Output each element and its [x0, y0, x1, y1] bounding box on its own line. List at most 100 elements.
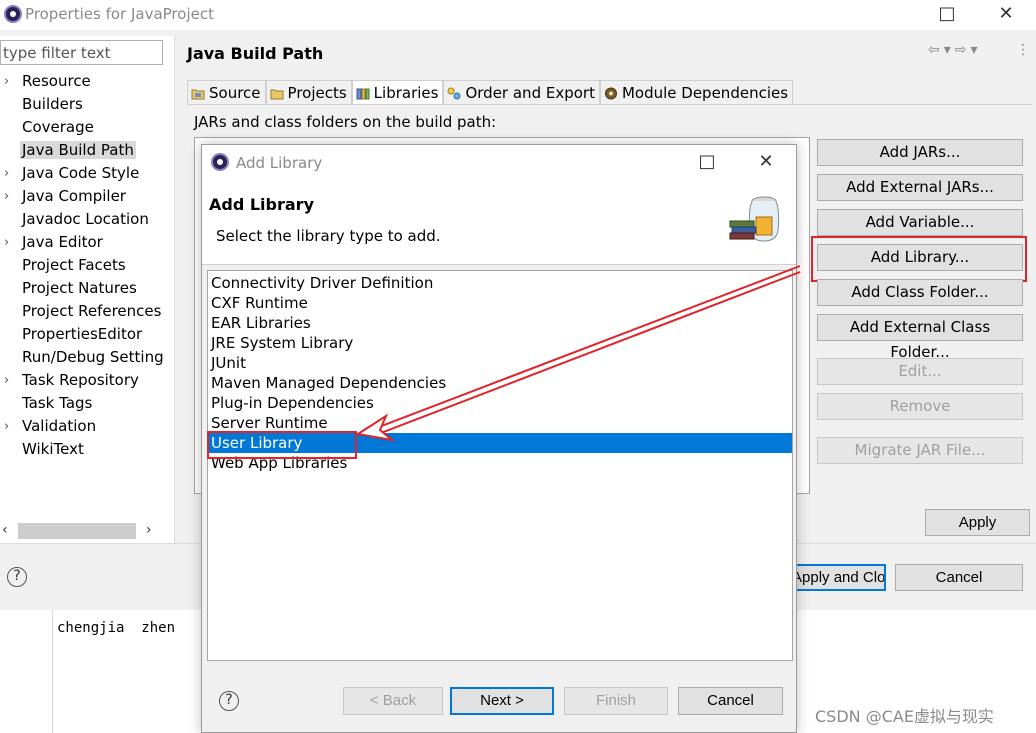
tree-item-label: Project Facets [22, 256, 126, 274]
tree-item[interactable]: › Validation [0, 415, 175, 438]
tree-item-label: Javadoc Location [22, 210, 149, 228]
scroll-left-icon[interactable]: ‹ [2, 522, 8, 538]
window-titlebar: Properties for JavaProject □ ✕ [0, 0, 1036, 30]
tree-item-label: Project References [22, 302, 162, 320]
apply-and-close-button[interactable]: Apply and Close [790, 564, 886, 591]
dialog-maximize-icon[interactable]: □ [697, 153, 717, 171]
tree-item[interactable]: WikiText [0, 438, 175, 461]
tree-item[interactable]: › Java Compiler [0, 185, 175, 208]
tab-libraries-label: Libraries [373, 83, 439, 102]
dialog-header: Add Library Select the library type to a… [202, 179, 796, 265]
close-icon[interactable]: ✕ [996, 5, 1016, 23]
edit-button[interactable]: Edit... [817, 358, 1023, 385]
next-button[interactable]: Next > [450, 687, 554, 715]
libraries-icon [356, 86, 370, 100]
help-icon[interactable]: ? [7, 567, 27, 587]
tab-libraries[interactable]: Libraries [351, 80, 444, 104]
view-menu-icon[interactable]: ⋮ [1016, 42, 1030, 58]
scroll-thumb[interactable] [18, 523, 136, 539]
tree-item-label: Project Natures [22, 279, 137, 297]
library-type-item[interactable]: Maven Managed Dependencies [208, 373, 792, 393]
tree-item[interactable]: Project Facets [0, 254, 175, 277]
chevron-right-icon[interactable]: › [4, 415, 9, 438]
migrate-jar-button[interactable]: Migrate JAR File... [817, 437, 1023, 464]
tree-item-label: Resource [22, 72, 91, 90]
window-title: Properties for JavaProject [25, 5, 214, 23]
chevron-right-icon[interactable]: › [4, 231, 9, 254]
tree-item-label: Java Editor [22, 233, 103, 251]
tree-item[interactable]: Run/Debug Setting [0, 346, 175, 369]
apply-button[interactable]: Apply [925, 509, 1030, 536]
back-button[interactable]: < Back [343, 687, 443, 715]
projects-folder-icon [270, 86, 284, 100]
chevron-right-icon[interactable]: › [4, 369, 9, 392]
remove-button[interactable]: Remove [817, 393, 1023, 420]
finish-button[interactable]: Finish [564, 687, 668, 715]
tab-source[interactable]: Source [187, 80, 266, 104]
library-type-item[interactable]: JUnit [208, 353, 792, 373]
tab-divider [187, 104, 1032, 105]
order-export-icon [447, 86, 461, 100]
tree-item[interactable]: › Resource [0, 70, 175, 93]
library-type-item[interactable]: Plug-in Dependencies [208, 393, 792, 413]
eclipse-app-icon [4, 5, 22, 23]
cancel-button[interactable]: Cancel [895, 564, 1023, 591]
tree-item-label: Run/Debug Setting [22, 348, 164, 366]
tree-item-label: Validation [22, 417, 97, 435]
tree-item[interactable]: Project Natures [0, 277, 175, 300]
add-library-annotation-box [811, 236, 1027, 282]
tree-item-label: Java Compiler [22, 187, 126, 205]
library-type-item[interactable]: EAR Libraries [208, 313, 792, 333]
add-jars-button[interactable]: Add JARs... [817, 139, 1023, 166]
tree-item[interactable]: Coverage [0, 116, 175, 139]
tab-order-and-export[interactable]: Order and Export [443, 80, 600, 104]
tree-item[interactable]: Builders [0, 93, 175, 116]
tree-item-label: Java Build Path [20, 141, 136, 159]
page-title: Java Build Path [187, 44, 324, 63]
library-type-list[interactable]: Connectivity Driver Definition CXF Runtim… [207, 270, 793, 661]
chevron-right-icon[interactable]: › [4, 185, 9, 208]
build-path-description: JARs and class folders on the build path… [194, 113, 497, 131]
tree-item[interactable]: PropertiesEditor [0, 323, 175, 346]
add-class-folder-button[interactable]: Add Class Folder... [817, 279, 1023, 306]
watermark: CSDN @CAE虚拟与现实 [815, 707, 994, 726]
dialog-help-icon[interactable]: ? [219, 691, 239, 711]
back-forward-nav-icons[interactable]: ⇦▾⇨▾ [928, 42, 982, 58]
user-library-annotation-box [207, 431, 357, 459]
dialog-close-icon[interactable]: ✕ [756, 153, 776, 171]
scroll-right-icon[interactable]: › [146, 522, 152, 538]
tab-projects[interactable]: Projects [265, 80, 352, 104]
tree-horizontal-scrollbar[interactable]: ‹ › [0, 522, 165, 540]
tree-item-label: PropertiesEditor [22, 325, 143, 343]
dialog-cancel-button[interactable]: Cancel [678, 687, 783, 715]
add-external-jars-button[interactable]: Add External JARs... [817, 174, 1023, 201]
chevron-right-icon[interactable]: › [4, 162, 9, 185]
tree-item-label: Task Tags [22, 394, 93, 412]
tree-item[interactable]: › Java Code Style [0, 162, 175, 185]
dialog-title: Add Library [236, 154, 323, 172]
maximize-icon[interactable]: □ [937, 5, 957, 23]
eclipse-app-icon [211, 153, 229, 171]
tree-item-label: WikiText [22, 440, 84, 458]
dialog-subtitle: Select the library type to add. [216, 227, 441, 245]
tree-item-label: Task Repository [22, 371, 139, 389]
dialog-titlebar: Add Library □ ✕ [202, 145, 796, 179]
add-external-class-folder-button[interactable]: Add External Class Folder... [817, 314, 1023, 361]
tree-item[interactable]: Project References [0, 300, 175, 323]
tab-source-label: Source [209, 83, 261, 102]
tab-module-dependencies[interactable]: Module Dependencies [599, 80, 794, 104]
library-type-item[interactable]: Connectivity Driver Definition [208, 273, 792, 293]
add-variable-button[interactable]: Add Variable... [817, 209, 1023, 236]
chevron-right-icon[interactable]: › [4, 70, 9, 93]
filter-input[interactable] [0, 40, 163, 65]
library-type-item[interactable]: JRE System Library [208, 333, 792, 353]
tree-item[interactable]: Javadoc Location [0, 208, 175, 231]
tree-item[interactable]: › Task Repository [0, 369, 175, 392]
tree-item[interactable]: Java Build Path [0, 139, 175, 162]
library-type-item[interactable]: CXF Runtime [208, 293, 792, 313]
tab-order-export-label: Order and Export [465, 83, 595, 102]
tree-item[interactable]: › Java Editor [0, 231, 175, 254]
tree-item[interactable]: Task Tags [0, 392, 175, 415]
library-type-item[interactable]: Server Runtime [208, 413, 792, 433]
console-output: chengjia zhen [57, 620, 176, 636]
